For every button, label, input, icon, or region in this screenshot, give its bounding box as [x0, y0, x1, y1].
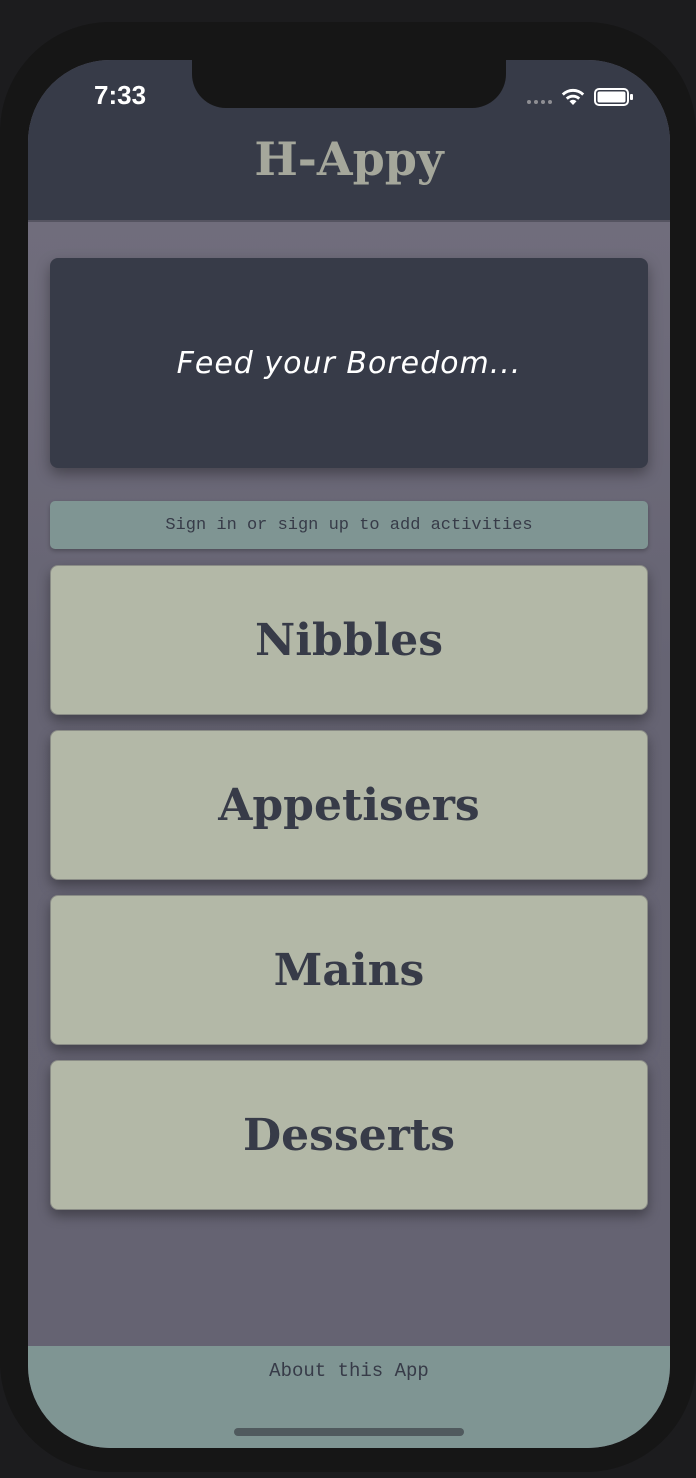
home-indicator[interactable]: [234, 1428, 464, 1436]
status-icons: [527, 82, 634, 112]
menu-card-label: Mains: [273, 944, 425, 996]
menu-card-desserts[interactable]: Desserts: [50, 1060, 648, 1210]
menu-card-label: Appetisers: [218, 779, 480, 831]
app-screen: 7:33 H-Appy Feed your Boredom... Sign in…: [28, 60, 670, 1448]
menu-card-mains[interactable]: Mains: [50, 895, 648, 1045]
wifi-icon: [561, 88, 585, 105]
device-frame: 7:33 H-Appy Feed your Boredom... Sign in…: [0, 0, 696, 1478]
footer-bar: About this App: [28, 1346, 670, 1448]
menu-card-label: Nibbles: [255, 614, 443, 666]
status-time: 7:33: [94, 80, 147, 110]
sign-in-button[interactable]: Sign in or sign up to add activities: [50, 501, 648, 549]
hero-tagline: Feed your Boredom...: [176, 345, 522, 381]
signal-dots-icon: [527, 100, 552, 104]
device-notch: [192, 60, 506, 108]
about-app-link[interactable]: About this App: [28, 1360, 670, 1382]
menu-card-nibbles[interactable]: Nibbles: [50, 565, 648, 715]
app-header: 7:33 H-Appy: [28, 60, 670, 222]
sign-in-label: Sign in or sign up to add activities: [165, 515, 533, 535]
battery-icon: [594, 88, 633, 106]
menu-card-label: Desserts: [243, 1109, 455, 1161]
app-title: H-Appy: [254, 132, 444, 186]
menu-card-appetisers[interactable]: Appetisers: [50, 730, 648, 880]
hero-banner: Feed your Boredom...: [50, 258, 648, 468]
